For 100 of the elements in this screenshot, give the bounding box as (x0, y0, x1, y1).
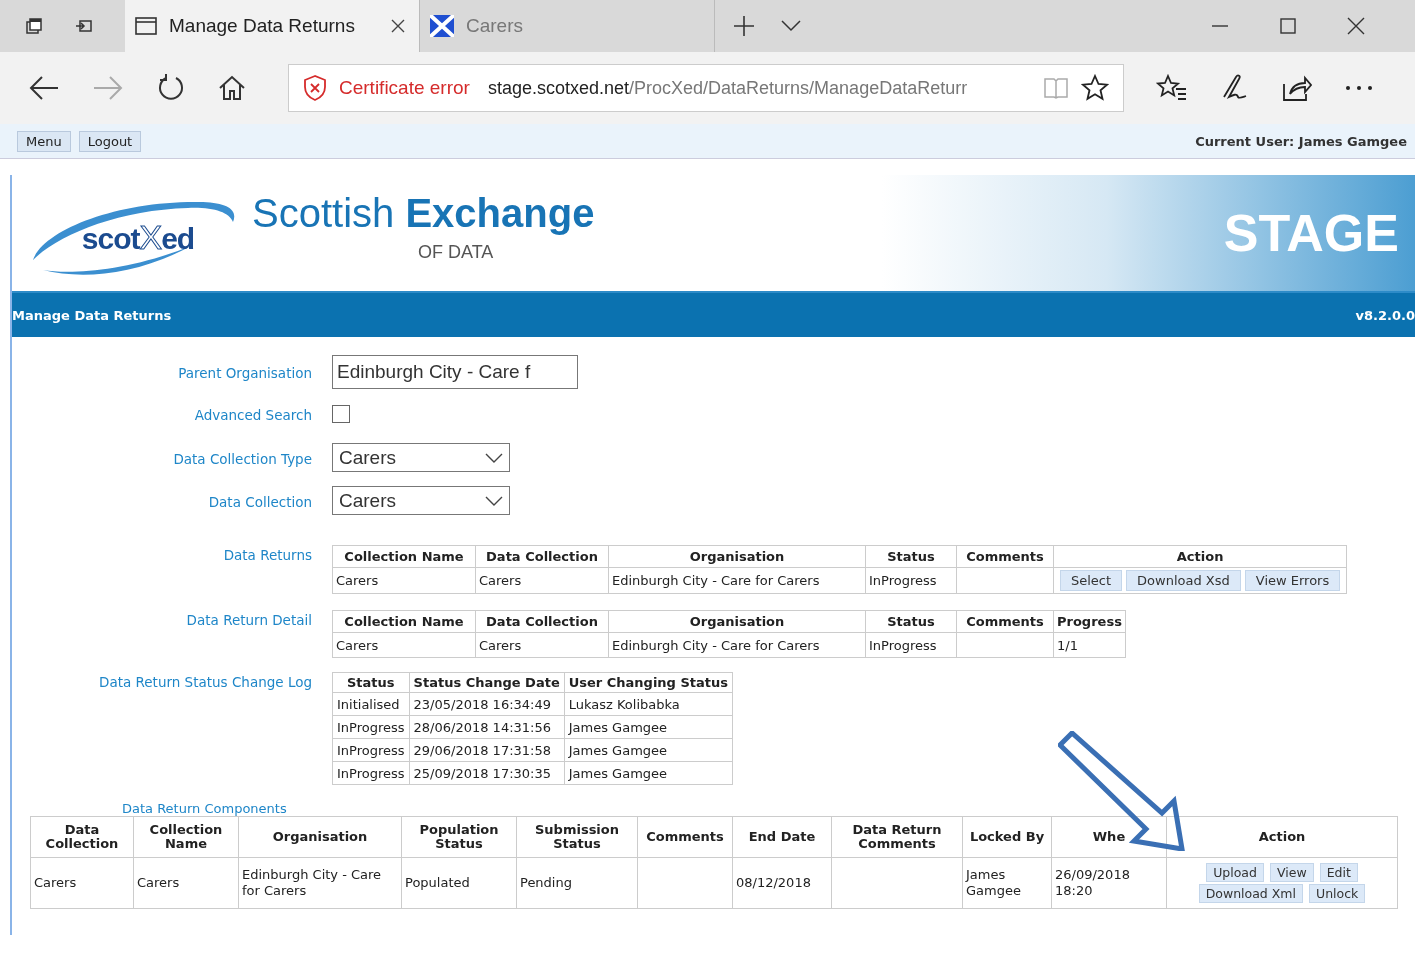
tabs-aside-icon[interactable] (25, 17, 43, 35)
chevron-down-icon (485, 495, 503, 506)
field-label: Advanced Search (193, 406, 312, 423)
section-label: Data Returns (222, 546, 312, 563)
page-title: Manage Data Returns (12, 307, 172, 323)
action-button[interactable]: Upload (1206, 863, 1264, 882)
saltire-flag-icon (430, 15, 454, 37)
column-header: Submission Status (516, 816, 638, 858)
logo-text: scotXed (81, 217, 195, 257)
dropdown[interactable]: Carers (332, 486, 510, 515)
column-header: Status (865, 545, 957, 568)
table-cell: James Gamgee (564, 761, 733, 785)
table-cell: James Gamgee (564, 715, 733, 739)
table-cell: Carers (332, 632, 476, 658)
site-title: Scottish Exchange (252, 191, 595, 236)
table-cell: 08/12/2018 (732, 857, 832, 909)
column-header: Collection Name (332, 610, 476, 633)
current-user: Current User: James Gamgee (1195, 133, 1407, 149)
more-icon[interactable] (1344, 84, 1374, 92)
action-button[interactable]: Edit (1319, 863, 1358, 882)
column-header: Collection Name (332, 545, 476, 568)
column-header: Status Change Date (409, 672, 565, 693)
action-button[interactable]: Download Xml (1198, 884, 1303, 903)
table-cell: Carers (475, 632, 609, 658)
favorites-icon[interactable] (1156, 74, 1188, 102)
refresh-icon[interactable] (156, 73, 186, 103)
advanced-search-checkbox[interactable] (332, 405, 350, 423)
action-button[interactable]: Download Xsd (1126, 570, 1241, 591)
table-cell: Carers (332, 567, 476, 594)
table-cell: InProgress (865, 632, 957, 658)
table-cell: InProgress (332, 715, 410, 739)
column-header: Data Return Comments (831, 816, 963, 858)
action-button[interactable]: View (1269, 863, 1314, 882)
table-cell: InProgress (332, 761, 410, 785)
column-header: Collection Name (133, 816, 239, 858)
table-cell: James Gamgee (564, 738, 733, 762)
chevron-down-icon (485, 452, 503, 463)
section-label: Data Return Components (122, 801, 288, 816)
table-cell: Populated (401, 857, 517, 909)
back-icon[interactable] (28, 75, 60, 101)
version-label: v8.2.0.0 (1355, 307, 1415, 323)
column-header: Action (1166, 816, 1398, 858)
column-header: Locked By (962, 816, 1052, 858)
table-cell: Pending (516, 857, 638, 909)
table-cell: 26/09/2018 18:20 (1051, 857, 1167, 909)
column-header: Data Collection (475, 545, 609, 568)
address-bar[interactable]: Certificate error stage.scotxed.net/ProcXed/DataReturns/ManageDataReturr (288, 64, 1124, 112)
table-cell: 1/1 (1053, 632, 1126, 658)
toolbar-button[interactable]: Menu (17, 130, 71, 152)
column-header: Comments (956, 610, 1054, 633)
table-cell: 25/09/2018 17:30:35 (409, 761, 565, 785)
column-header: User Changing Status (564, 672, 733, 693)
star-icon[interactable] (1081, 74, 1109, 102)
close-icon[interactable] (1347, 17, 1365, 35)
action-button[interactable]: Unlock (1309, 884, 1366, 903)
column-header: Status (865, 610, 957, 633)
set-aside-icon[interactable] (75, 17, 93, 35)
certificate-error[interactable]: Certificate error (339, 77, 470, 99)
new-tab-icon[interactable] (733, 15, 755, 37)
table-cell: Carers (30, 857, 134, 909)
environment-label: STAGE (1223, 203, 1399, 263)
maximize-icon[interactable] (1279, 17, 1297, 35)
field-label: Data Collection Type (172, 449, 312, 467)
table-cell: InProgress (865, 567, 957, 594)
column-header: Whe (1051, 816, 1167, 858)
action-button[interactable]: View Errors (1244, 570, 1341, 591)
table-cell: Carers (475, 567, 609, 594)
table-cell: 28/06/2018 14:31:56 (409, 715, 565, 739)
field-label: Parent Organisation (177, 364, 312, 381)
table-cell: Edinburgh City - Care for Carers (238, 857, 402, 909)
column-header: Comments (956, 545, 1054, 568)
table-cell: Carers (133, 857, 239, 909)
column-header: Population Status (401, 816, 517, 858)
table-cell: 23/05/2018 16:34:49 (409, 692, 565, 716)
column-header: Organisation (608, 610, 866, 633)
dropdown[interactable]: Carers (332, 443, 510, 472)
section-label: Data Return Detail (185, 611, 312, 628)
home-icon[interactable] (218, 75, 246, 101)
toolbar-button[interactable]: Logout (78, 130, 142, 152)
section-label: Data Return Status Change Log (98, 673, 312, 690)
site-subtitle: OF DATA (418, 242, 495, 263)
action-button[interactable]: Select (1060, 570, 1123, 591)
close-tab-icon[interactable] (391, 19, 405, 33)
chevron-down-icon[interactable] (781, 20, 801, 32)
column-header: Action (1053, 545, 1347, 568)
share-icon[interactable] (1282, 74, 1312, 102)
browser-tab[interactable]: Manage Data Returns (125, 0, 420, 52)
table-cell: InProgress (332, 738, 410, 762)
table-cell: 29/06/2018 17:31:58 (409, 738, 565, 762)
table-cell: Lukasz Kolibabka (564, 692, 733, 716)
table-cell: Edinburgh City - Care for Carers (608, 567, 866, 594)
shield-warning-icon (303, 75, 327, 101)
field-label: Data Collection (207, 492, 312, 510)
table-cell: Initialised (332, 692, 410, 716)
page-icon (135, 16, 157, 36)
table-cell: Edinburgh City - Care for Carers (608, 632, 866, 658)
parent-organisation-field[interactable]: Edinburgh City - Care f (332, 355, 578, 389)
table-cell: James Gamgee (962, 857, 1052, 909)
column-header: Progress (1053, 610, 1126, 633)
column-header: Data Collection (30, 816, 134, 858)
